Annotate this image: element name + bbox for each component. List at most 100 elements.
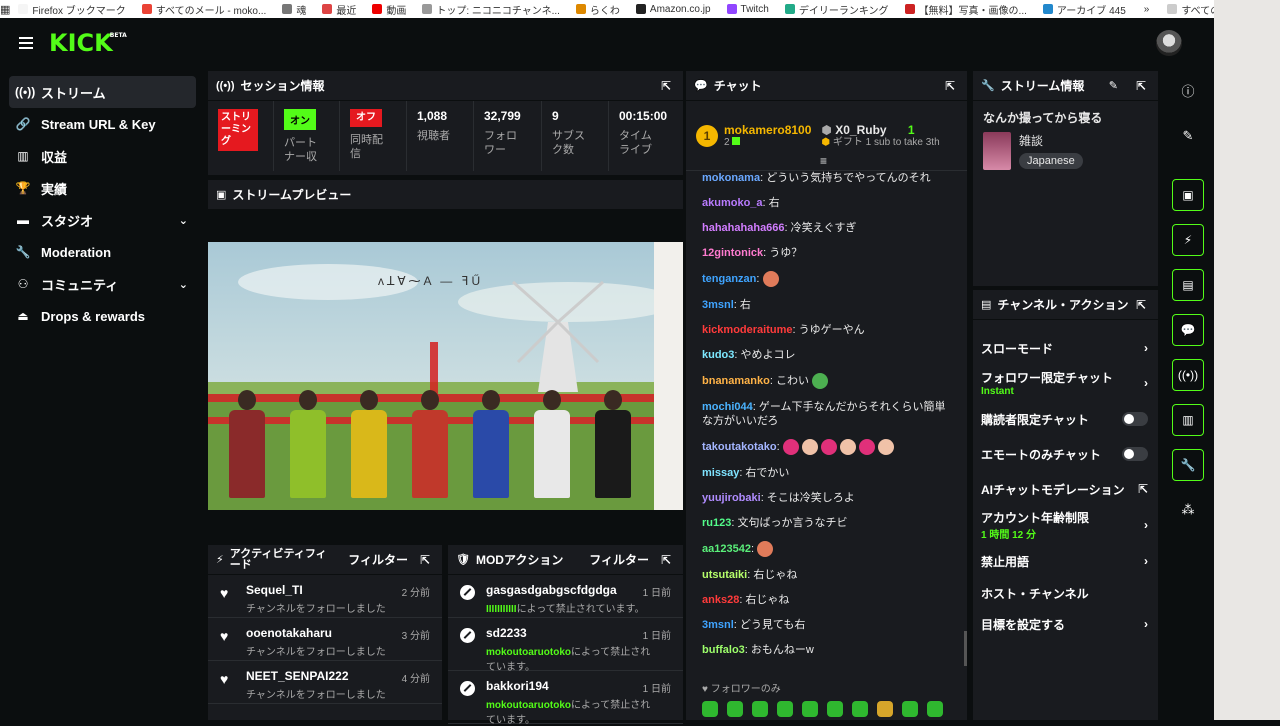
chat-username[interactable]: buffalo3 bbox=[702, 644, 745, 656]
emote-icon[interactable] bbox=[802, 701, 818, 717]
collapse-icon[interactable]: ≡ bbox=[820, 154, 827, 168]
subs-only-toggle[interactable] bbox=[1122, 412, 1148, 426]
chat-username[interactable]: ru123 bbox=[702, 517, 731, 529]
emote-icon[interactable] bbox=[902, 701, 918, 717]
bookmark-item[interactable]: Twitch bbox=[719, 4, 777, 15]
bookmark-item[interactable]: Amazon.co.jp bbox=[628, 4, 719, 15]
mod-action-row[interactable]: bakkori194 mokoutoaruotokoによって禁止されています。 1 … bbox=[448, 671, 683, 726]
bolt-icon[interactable]: ⚡ bbox=[1172, 224, 1204, 256]
info-icon[interactable]: ⓘ bbox=[1172, 74, 1204, 106]
preview-toggle-icon[interactable]: ▣ bbox=[1172, 179, 1204, 211]
sidebar-item-drops[interactable]: ⏏ Drops & rewards bbox=[9, 300, 196, 332]
stream-preview-video[interactable]: ᴧꓕⱯ⁓A — ꟻŰ bbox=[208, 242, 683, 510]
category-thumbnail[interactable] bbox=[983, 132, 1011, 170]
chat-username[interactable]: hahahahaha666 bbox=[702, 222, 785, 234]
sidebar-item-achievements[interactable]: 🏆 実績 bbox=[9, 172, 196, 204]
chat-icon[interactable]: 💬 bbox=[1172, 314, 1204, 346]
popout-icon[interactable]: ⇱ bbox=[420, 553, 430, 567]
apps-grid-icon[interactable]: ▦ bbox=[0, 3, 10, 16]
sidebar-item-community[interactable]: ⚇ コミュニティ ⌄ bbox=[9, 268, 196, 300]
mod-action-row[interactable]: gasgasdgabgscfdgdga IIIIIIIIIIIによって禁止されてい… bbox=[448, 575, 683, 618]
bookmark-item[interactable]: 動画 bbox=[364, 2, 414, 17]
bookmark-item[interactable]: 【無料】写真・画像の... bbox=[897, 2, 1035, 17]
category-name[interactable]: 雑談 bbox=[1019, 132, 1083, 149]
popout-icon[interactable]: ⇱ bbox=[1136, 298, 1146, 312]
chat-username[interactable]: anks28 bbox=[702, 594, 739, 606]
emote-icon[interactable] bbox=[702, 701, 718, 717]
actions-icon[interactable]: ▥ bbox=[1172, 404, 1204, 436]
chat-username[interactable]: 3msnl bbox=[702, 299, 734, 311]
top-gifter-1[interactable]: mokamero8100 2 bbox=[724, 123, 811, 148]
popout-icon[interactable]: ⇱ bbox=[1136, 79, 1146, 93]
chat-username[interactable]: missay bbox=[702, 467, 739, 479]
emote-icon[interactable] bbox=[927, 701, 943, 717]
activity-filter-button[interactable]: フィルター bbox=[348, 551, 408, 568]
chat-username[interactable]: bnanamanko bbox=[702, 375, 770, 387]
mod-filter-button[interactable]: フィルター bbox=[589, 551, 649, 568]
chevron-right-icon: › bbox=[1144, 554, 1148, 568]
emote-only-toggle[interactable] bbox=[1122, 447, 1148, 461]
host-channel-item[interactable]: ホスト・チャンネル bbox=[973, 578, 1158, 608]
other-bookmarks[interactable]: すべてのブックマーク bbox=[1159, 2, 1214, 17]
chat-username[interactable]: yuujirobaki bbox=[702, 492, 761, 504]
chat-username[interactable]: akumoko_a bbox=[702, 197, 763, 209]
chat-username[interactable]: takoutakotako bbox=[702, 441, 777, 453]
followers-only-item[interactable]: フォロワー限定チャット Instant › bbox=[973, 364, 1158, 402]
chat-username[interactable]: tenganzan bbox=[702, 273, 756, 285]
emote-icon[interactable] bbox=[852, 701, 868, 717]
share-icon[interactable]: ⁂ bbox=[1172, 494, 1204, 526]
chat-text: : 右じゃね bbox=[739, 594, 790, 606]
mod-action-row[interactable]: sd2233 mokoutoaruotokoによって禁止されています。 1 日前 bbox=[448, 618, 683, 673]
kick-logo[interactable]: KICK BETA bbox=[49, 29, 127, 57]
menu-icon[interactable] bbox=[19, 37, 33, 49]
top-gifter-2[interactable]: ⬢ X0_Ruby 1 ⬢ ギフト 1 sub to take 3th bbox=[821, 123, 941, 148]
sidebar-item-stream[interactable]: ((•)) ストリーム bbox=[9, 76, 196, 108]
slow-mode-item[interactable]: スローモード › bbox=[973, 332, 1158, 364]
chat-text: : 冷笑えぐすぎ bbox=[784, 222, 857, 234]
sidebar-item-stream-url-key[interactable]: 🔗 Stream URL & Key bbox=[9, 108, 196, 140]
chat-username[interactable]: kickmoderaitume bbox=[702, 324, 792, 336]
activity-row[interactable]: ♥ NEET_SENPAI222 チャンネルをフォローしました 4 分前 bbox=[208, 661, 442, 704]
emote-icon[interactable] bbox=[752, 701, 768, 717]
user-avatar[interactable] bbox=[1156, 30, 1182, 56]
emote-bar[interactable] bbox=[702, 701, 951, 717]
account-age-item[interactable]: アカウント年齢制限 1 時間 12 分 › bbox=[973, 506, 1158, 544]
bookmarks-more[interactable]: » bbox=[1134, 4, 1160, 15]
bookmark-item[interactable]: デイリーランキング bbox=[777, 2, 897, 17]
set-goal-item[interactable]: 目標を設定する › bbox=[973, 608, 1158, 640]
chat-username[interactable]: 3msnl bbox=[702, 619, 734, 631]
sidebar-item-moderation[interactable]: 🔧 Moderation bbox=[9, 236, 196, 268]
document-icon[interactable]: ▤ bbox=[1172, 269, 1204, 301]
bookmark-item[interactable]: トップ: ニコニコチャンネ... bbox=[414, 2, 568, 17]
wrench-icon[interactable]: 🔧 bbox=[1172, 449, 1204, 481]
popout-icon[interactable]: ⇱ bbox=[661, 553, 671, 567]
banned-words-item[interactable]: 禁止用語 › bbox=[973, 544, 1158, 578]
activity-row[interactable]: ♥ ooenotakaharu チャンネルをフォローしました 3 分前 bbox=[208, 618, 442, 661]
activity-row[interactable]: ♥ Sequel_TI チャンネルをフォローしました 2 分前 bbox=[208, 575, 442, 618]
broadcast-icon[interactable]: ((•)) bbox=[1172, 359, 1204, 391]
bookmark-item[interactable]: 最近 bbox=[314, 2, 364, 17]
chat-username[interactable]: mochi044 bbox=[702, 401, 753, 413]
emote-icon[interactable] bbox=[777, 701, 793, 717]
bookmark-item[interactable]: Firefox ブックマーク bbox=[10, 2, 133, 17]
ai-moderation-item[interactable]: AIチャットモデレーション ⇱ bbox=[973, 472, 1158, 506]
pencil-icon[interactable]: ✎ bbox=[1109, 79, 1118, 92]
pencil-icon[interactable]: ✎ bbox=[1172, 120, 1204, 152]
bookmark-item[interactable]: らくわ bbox=[568, 2, 628, 17]
popout-icon[interactable]: ⇱ bbox=[945, 79, 955, 93]
popout-icon[interactable]: ⇱ bbox=[661, 79, 671, 93]
chat-username[interactable]: mokonama bbox=[702, 172, 760, 184]
chat-username[interactable]: kudo3 bbox=[702, 349, 734, 361]
chat-username[interactable]: 12gintonick bbox=[702, 247, 763, 259]
chat-scrollbar[interactable] bbox=[964, 631, 967, 666]
chat-username[interactable]: aa123542 bbox=[702, 543, 751, 555]
emote-icon[interactable] bbox=[877, 701, 893, 717]
emote-icon[interactable] bbox=[827, 701, 843, 717]
bookmark-item[interactable]: 魂 bbox=[274, 2, 314, 17]
bookmark-item[interactable]: アーカイブ 445 bbox=[1035, 2, 1134, 17]
chat-username[interactable]: utsutaiki bbox=[702, 569, 747, 581]
sidebar-item-revenue[interactable]: ▥ 収益 bbox=[9, 140, 196, 172]
emote-icon[interactable] bbox=[727, 701, 743, 717]
bookmark-item[interactable]: すべてのメール - moko... bbox=[134, 2, 275, 17]
sidebar-item-studio[interactable]: ▬ スタジオ ⌄ bbox=[9, 204, 196, 236]
